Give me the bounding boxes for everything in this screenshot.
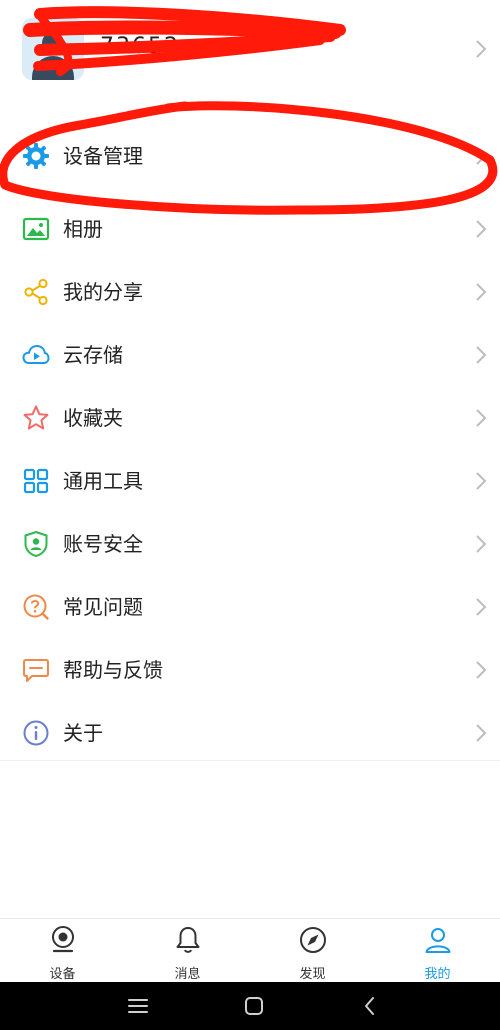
avatar bbox=[22, 18, 84, 80]
chevron-right-icon bbox=[476, 409, 487, 427]
tab-label: 发现 bbox=[299, 967, 326, 982]
menu-item-label: 设备管理 bbox=[63, 144, 143, 168]
shield-icon bbox=[24, 530, 48, 558]
tab-messages[interactable]: 消息 bbox=[125, 919, 250, 982]
chevron-right-icon bbox=[476, 472, 487, 490]
menu-item-album[interactable]: 相册 bbox=[0, 198, 500, 261]
menu-item-faq[interactable]: 常见问题 bbox=[0, 576, 500, 639]
menu-item-label: 云存储 bbox=[63, 343, 123, 367]
chevron-right-icon bbox=[476, 283, 487, 301]
menu-item-cloud-storage[interactable]: 云存储 bbox=[0, 324, 500, 387]
gear-icon bbox=[23, 143, 49, 169]
bell-icon bbox=[176, 927, 199, 953]
tab-label: 我的 bbox=[424, 967, 451, 982]
chevron-right-icon bbox=[476, 724, 487, 742]
chevron-right-icon bbox=[476, 661, 487, 679]
cloud-play-icon bbox=[22, 344, 50, 364]
menu-item-label: 收藏夹 bbox=[63, 406, 123, 430]
list-divider bbox=[0, 760, 500, 761]
chevron-right-icon bbox=[476, 598, 487, 616]
tab-label: 消息 bbox=[174, 967, 201, 982]
chat-icon bbox=[23, 659, 49, 682]
username: 73652 bbox=[100, 34, 180, 59]
share-icon bbox=[24, 278, 48, 306]
menu-item-label: 通用工具 bbox=[63, 469, 143, 493]
bottom-tab-bar: 设备 消息 发现 我的 bbox=[0, 918, 500, 982]
chevron-right-icon bbox=[476, 535, 487, 553]
profile-header[interactable]: 73652 bbox=[0, 0, 500, 100]
menu-list: 设备管理 相册 我的分享 云存储 收藏夹 通用工具 账号安全 常见问题 帮助与反… bbox=[0, 125, 500, 765]
camera-icon bbox=[51, 926, 74, 953]
section-gap bbox=[0, 100, 500, 112]
compass-icon bbox=[299, 927, 326, 953]
menu-item-general-tools[interactable]: 通用工具 bbox=[0, 450, 500, 513]
menu-item-label: 我的分享 bbox=[63, 280, 143, 304]
recents-menu-icon[interactable] bbox=[126, 994, 150, 1018]
menu-item-help-feedback[interactable]: 帮助与反馈 bbox=[0, 639, 500, 702]
star-icon bbox=[23, 405, 49, 430]
menu-item-about[interactable]: 关于 bbox=[0, 702, 500, 765]
system-navigation-bar bbox=[0, 982, 500, 1030]
chevron-right-icon bbox=[476, 346, 487, 364]
chevron-right-icon bbox=[476, 40, 487, 58]
question-icon bbox=[23, 594, 49, 620]
tab-devices[interactable]: 设备 bbox=[0, 919, 125, 982]
menu-item-label: 相册 bbox=[63, 217, 103, 241]
image-icon bbox=[22, 217, 50, 241]
menu-item-label: 帮助与反馈 bbox=[63, 658, 163, 682]
chevron-right-icon bbox=[476, 220, 487, 238]
menu-item-account-security[interactable]: 账号安全 bbox=[0, 513, 500, 576]
home-icon[interactable] bbox=[242, 994, 266, 1018]
tab-label: 设备 bbox=[49, 967, 76, 982]
menu-item-favorites[interactable]: 收藏夹 bbox=[0, 387, 500, 450]
chevron-right-icon bbox=[476, 147, 487, 165]
tab-discover[interactable]: 发现 bbox=[250, 919, 375, 982]
menu-item-label: 关于 bbox=[63, 721, 103, 745]
grid-icon bbox=[23, 468, 49, 494]
tab-me[interactable]: 我的 bbox=[375, 919, 500, 982]
person-icon bbox=[425, 928, 450, 953]
menu-item-my-share[interactable]: 我的分享 bbox=[0, 261, 500, 324]
info-icon bbox=[23, 720, 49, 746]
back-icon[interactable] bbox=[358, 994, 382, 1018]
menu-item-label: 账号安全 bbox=[63, 532, 143, 556]
menu-item-device-management[interactable]: 设备管理 bbox=[0, 125, 500, 188]
menu-item-label: 常见问题 bbox=[63, 595, 143, 619]
